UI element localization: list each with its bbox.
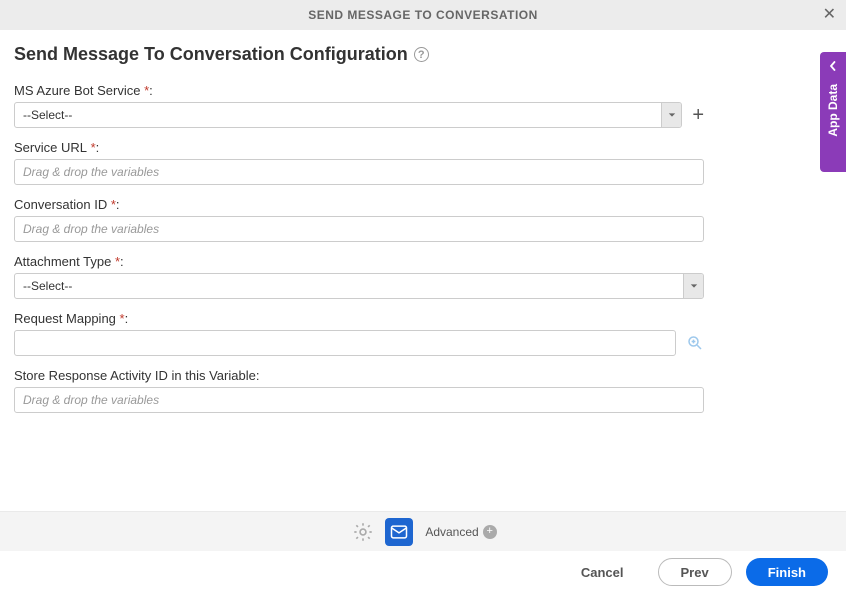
close-icon[interactable]: ✕ xyxy=(823,7,836,23)
label-colon: : xyxy=(149,83,153,98)
app-data-panel-toggle[interactable]: App Data xyxy=(820,52,846,172)
advanced-label-text: Advanced xyxy=(425,525,478,539)
page-title-row: Send Message To Conversation Configurati… xyxy=(14,44,832,65)
chevron-down-icon xyxy=(683,274,703,298)
app-data-label: App Data xyxy=(826,84,840,137)
select-value: --Select-- xyxy=(15,279,72,293)
field-azure-bot: MS Azure Bot Service *: --Select-- + xyxy=(14,83,704,128)
advanced-toggle[interactable]: Advanced + xyxy=(425,525,496,539)
select-attachment-type[interactable]: --Select-- xyxy=(14,273,704,299)
field-conversation-id: Conversation ID *: xyxy=(14,197,704,242)
mapping-lookup-icon[interactable] xyxy=(686,334,704,352)
label-colon: : xyxy=(116,197,120,212)
finish-button[interactable]: Finish xyxy=(746,558,828,586)
add-azure-bot-button[interactable]: + xyxy=(692,105,704,125)
label-service-url: Service URL *: xyxy=(14,140,704,155)
prev-button[interactable]: Prev xyxy=(658,558,732,586)
label-text: Conversation ID xyxy=(14,197,107,212)
tab-footer: Advanced + xyxy=(0,511,846,551)
label-request-mapping: Request Mapping *: xyxy=(14,311,704,326)
field-service-url: Service URL *: xyxy=(14,140,704,185)
cancel-button[interactable]: Cancel xyxy=(561,558,644,586)
input-conversation-id[interactable] xyxy=(14,216,704,242)
select-azure-bot[interactable]: --Select-- xyxy=(14,102,682,128)
label-text: Request Mapping xyxy=(14,311,116,326)
label-azure-bot: MS Azure Bot Service *: xyxy=(14,83,704,98)
field-row xyxy=(14,330,704,356)
label-text: MS Azure Bot Service xyxy=(14,83,140,98)
button-footer: Cancel Prev Finish xyxy=(0,551,846,593)
field-request-mapping: Request Mapping *: xyxy=(14,311,704,356)
select-value: --Select-- xyxy=(15,108,72,122)
label-text: Service URL xyxy=(14,140,87,155)
chevron-left-icon xyxy=(828,58,838,74)
label-colon: : xyxy=(96,140,100,155)
chevron-down-icon xyxy=(661,103,681,127)
select-azure-bot-wrap: --Select-- xyxy=(14,102,682,128)
input-store-response[interactable] xyxy=(14,387,704,413)
label-colon: : xyxy=(120,254,124,269)
input-service-url[interactable] xyxy=(14,159,704,185)
label-conversation-id: Conversation ID *: xyxy=(14,197,704,212)
form-content: Send Message To Conversation Configurati… xyxy=(0,30,846,413)
help-icon[interactable]: ? xyxy=(414,47,429,62)
field-store-response: Store Response Activity ID in this Varia… xyxy=(14,368,704,413)
field-row: --Select-- + xyxy=(14,102,704,128)
input-request-mapping[interactable] xyxy=(14,330,676,356)
label-attachment-type: Attachment Type *: xyxy=(14,254,704,269)
field-attachment-type: Attachment Type *: --Select-- xyxy=(14,254,704,299)
settings-tab-button[interactable] xyxy=(349,518,377,546)
label-store-response: Store Response Activity ID in this Varia… xyxy=(14,368,704,383)
message-tab-button[interactable] xyxy=(385,518,413,546)
page-title: Send Message To Conversation Configurati… xyxy=(14,44,408,65)
plus-icon: + xyxy=(483,525,497,539)
dialog-header: SEND MESSAGE TO CONVERSATION ✕ xyxy=(0,0,846,30)
label-colon: : xyxy=(125,311,129,326)
dialog-title: SEND MESSAGE TO CONVERSATION xyxy=(308,8,538,22)
label-text: Attachment Type xyxy=(14,254,111,269)
